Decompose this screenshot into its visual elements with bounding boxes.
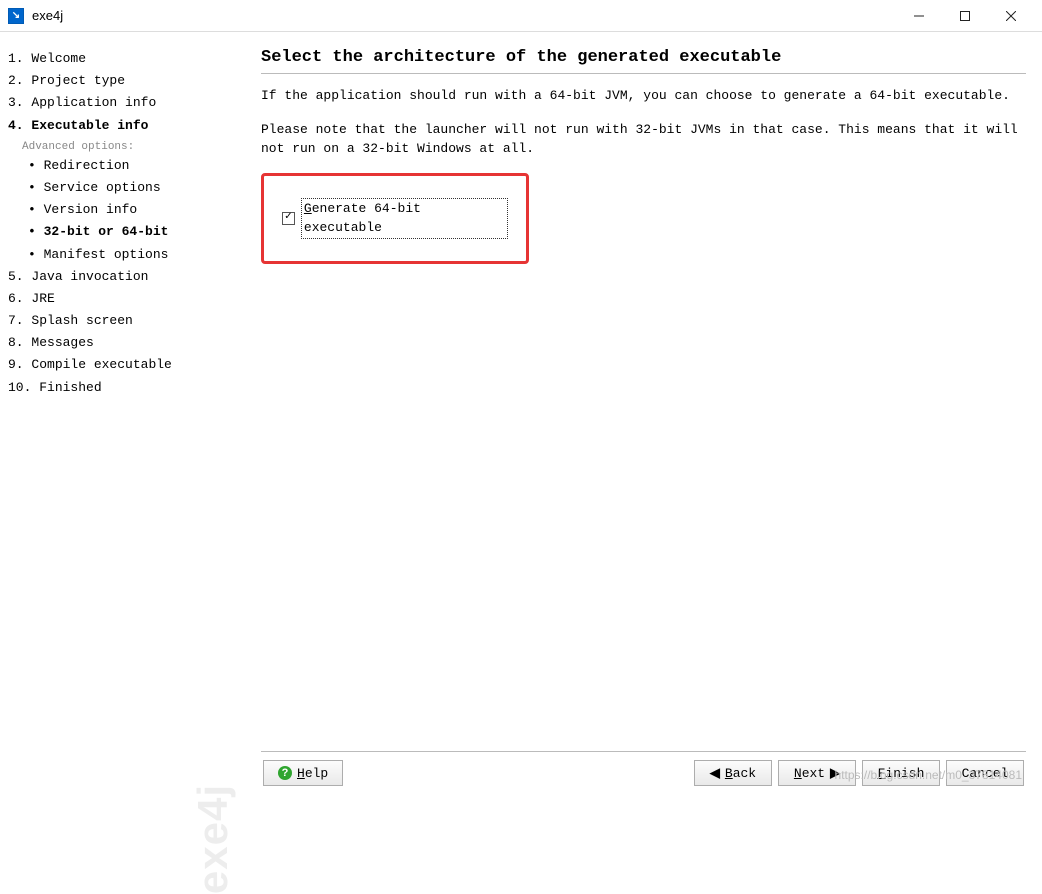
help-icon: ? bbox=[278, 766, 292, 780]
wizard-button-bar: ? Help ◀ Back Next ▶ Finish Cancel bbox=[261, 751, 1026, 786]
step-finished[interactable]: 10. Finished bbox=[8, 377, 237, 399]
cancel-button[interactable]: Cancel bbox=[946, 760, 1024, 786]
page-body: If the application should run with a 64-… bbox=[261, 86, 1026, 747]
wizard-main: Select the architecture of the generated… bbox=[245, 32, 1042, 796]
back-button[interactable]: ◀ Back bbox=[694, 760, 772, 786]
step-executable-info[interactable]: 4. Executable info bbox=[8, 115, 237, 137]
sub-service-options[interactable]: Service options bbox=[8, 177, 237, 199]
app-icon: ↘ bbox=[8, 8, 24, 24]
step-project-type[interactable]: 2. Project type bbox=[8, 70, 237, 92]
page-title: Select the architecture of the generated… bbox=[261, 48, 1026, 74]
help-button[interactable]: ? Help bbox=[263, 760, 343, 786]
arrow-right-icon: ▶ bbox=[830, 765, 840, 781]
window-titlebar: ↘ exe4j bbox=[0, 0, 1042, 32]
generate-64bit-checkbox[interactable]: ✓ bbox=[282, 212, 295, 225]
close-button[interactable] bbox=[988, 1, 1034, 31]
window-title: exe4j bbox=[32, 8, 63, 23]
sub-manifest-options[interactable]: Manifest options bbox=[8, 244, 237, 266]
maximize-button[interactable] bbox=[942, 1, 988, 31]
description-p2: Please note that the launcher will not r… bbox=[261, 120, 1026, 159]
description-p1: If the application should run with a 64-… bbox=[261, 86, 1026, 106]
highlight-box: ✓ Generate 64-bit executable bbox=[261, 173, 529, 264]
step-compile-executable[interactable]: 9. Compile executable bbox=[8, 354, 237, 376]
generate-64bit-label[interactable]: Generate 64-bit executable bbox=[301, 198, 508, 239]
sub-32-or-64-bit[interactable]: 32-bit or 64-bit bbox=[8, 221, 237, 243]
step-java-invocation[interactable]: 5. Java invocation bbox=[8, 266, 237, 288]
finish-button[interactable]: Finish bbox=[862, 760, 940, 786]
arrow-left-icon: ◀ bbox=[710, 765, 720, 781]
step-jre[interactable]: 6. JRE bbox=[8, 288, 237, 310]
sub-version-info[interactable]: Version info bbox=[8, 199, 237, 221]
step-splash-screen[interactable]: 7. Splash screen bbox=[8, 310, 237, 332]
brand-watermark: exe4j bbox=[189, 784, 237, 894]
sub-redirection[interactable]: Redirection bbox=[8, 155, 237, 177]
step-application-info[interactable]: 3. Application info bbox=[8, 92, 237, 114]
next-button[interactable]: Next ▶ bbox=[778, 760, 856, 786]
step-welcome[interactable]: 1. Welcome bbox=[8, 48, 237, 70]
advanced-options-label: Advanced options: bbox=[8, 137, 237, 155]
step-messages[interactable]: 8. Messages bbox=[8, 332, 237, 354]
wizard-sidebar: 1. Welcome 2. Project type 3. Applicatio… bbox=[0, 32, 245, 796]
minimize-button[interactable] bbox=[896, 1, 942, 31]
